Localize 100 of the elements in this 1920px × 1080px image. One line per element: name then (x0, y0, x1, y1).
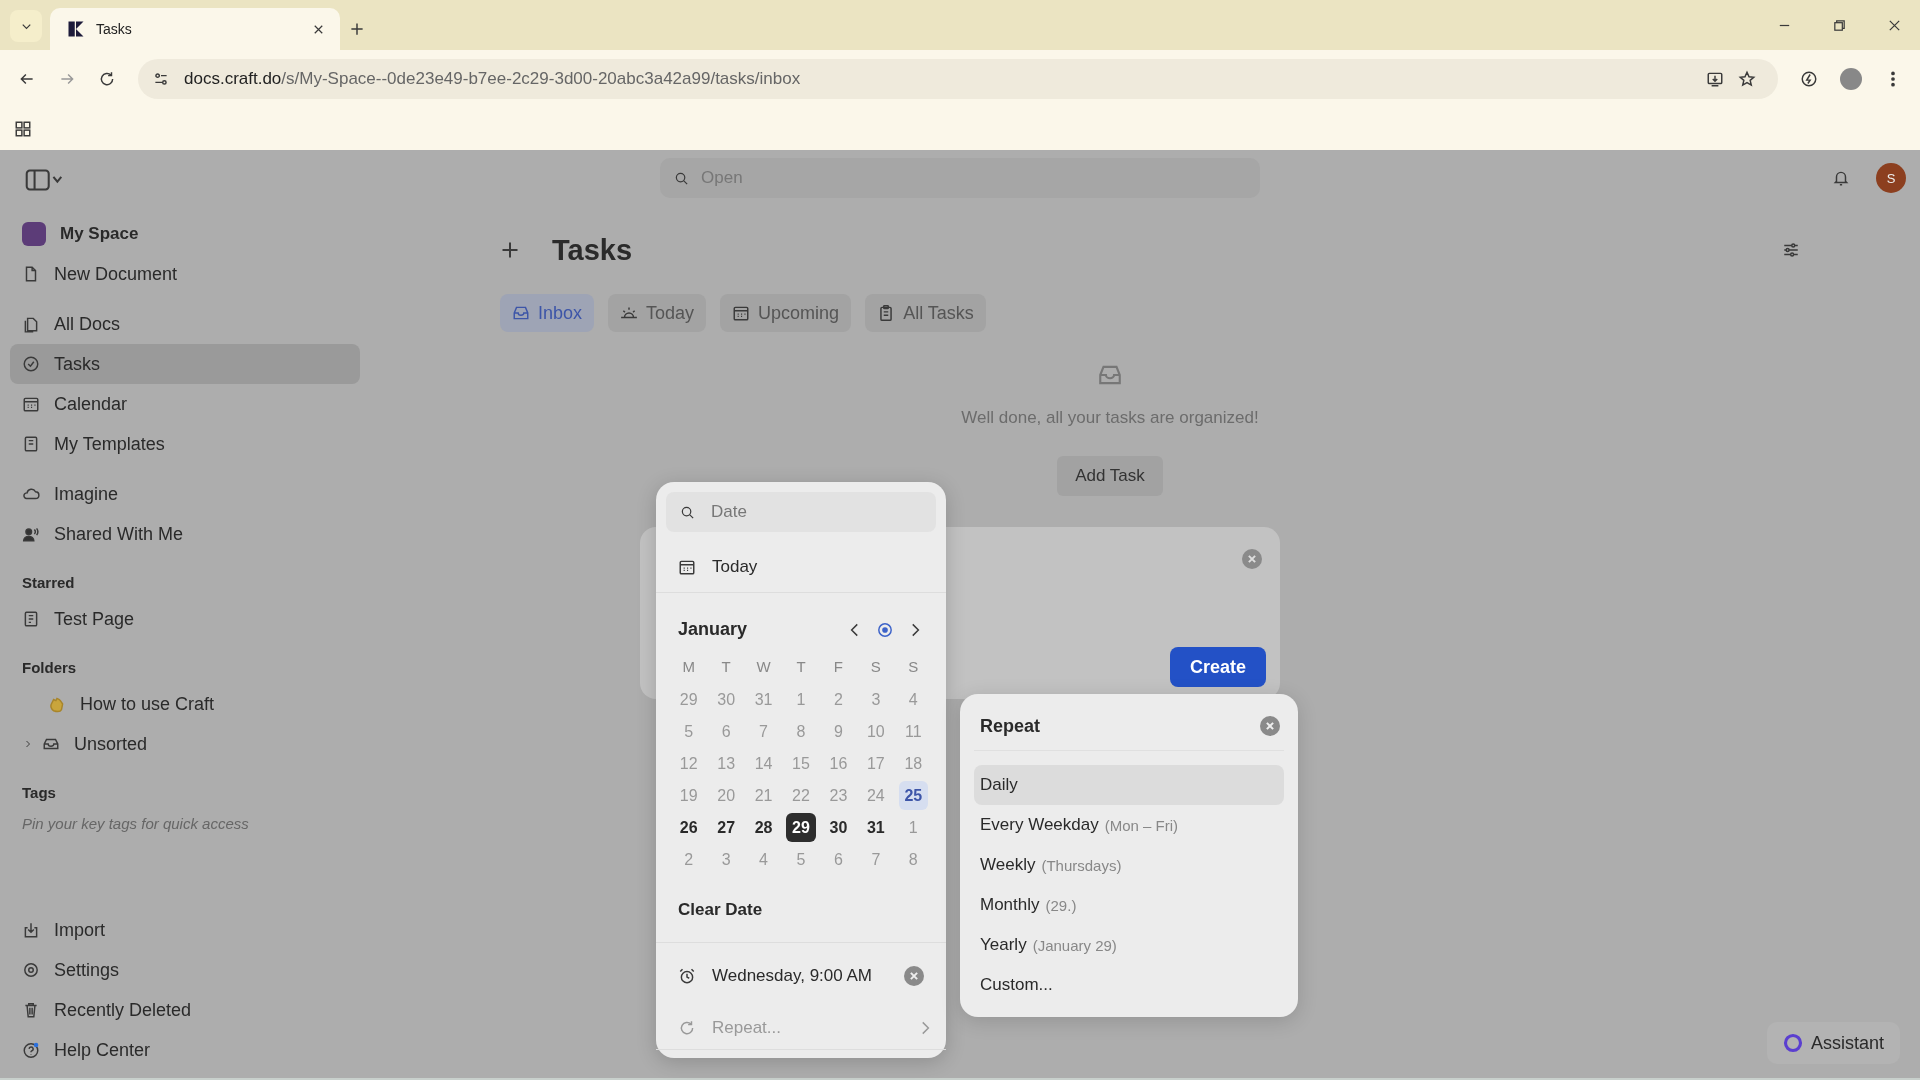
calendar-day[interactable]: 5 (786, 845, 816, 874)
filter-sliders-icon[interactable] (1782, 241, 1800, 259)
help-icon (22, 1041, 40, 1059)
sidebar-item[interactable]: Shared With Me (10, 514, 360, 554)
repeat-option[interactable]: Custom... (974, 965, 1284, 1005)
tab[interactable]: Upcoming (720, 294, 852, 332)
calendar-day[interactable]: 28 (748, 813, 779, 842)
calendar-day[interactable]: 31 (861, 813, 891, 842)
calendar-day[interactable]: 15 (786, 749, 816, 778)
calendar-day[interactable]: 29 (674, 685, 704, 714)
repeat-option[interactable]: Daily (974, 765, 1284, 805)
reminder-time[interactable]: Wednesday, 9:00 AM (712, 966, 888, 986)
calendar-day[interactable]: 11 (898, 717, 928, 746)
workspace-item[interactable]: My Space (10, 214, 360, 254)
bell-icon[interactable] (1832, 169, 1850, 187)
user-avatar[interactable]: S (1876, 163, 1906, 193)
calendar-day[interactable]: 30 (711, 685, 741, 714)
folder-item[interactable]: How to use Craft (10, 684, 360, 724)
calendar-day[interactable]: 14 (748, 749, 779, 778)
calendar-day[interactable]: 29 (786, 813, 816, 842)
calendar-day[interactable]: 2 (674, 845, 704, 874)
sidebar-item[interactable]: Import (10, 910, 360, 950)
calendar-day[interactable]: 26 (674, 813, 704, 842)
new-tab-icon[interactable] (348, 20, 366, 38)
import-icon (22, 921, 40, 939)
sidebar-item[interactable]: Test Page (10, 599, 360, 639)
folder-item[interactable]: Unsorted (10, 724, 360, 764)
calendar-day[interactable]: 19 (674, 781, 704, 810)
sidebar-item[interactable]: Settings (10, 950, 360, 990)
calendar-day[interactable]: 23 (823, 781, 854, 810)
calendar-day[interactable]: 31 (748, 685, 779, 714)
close-window-icon[interactable] (1887, 18, 1902, 33)
sidebar-item[interactable]: Recently Deleted (10, 990, 360, 1030)
calendar-day[interactable]: 25 (898, 781, 928, 810)
calendar-day[interactable]: 13 (711, 749, 741, 778)
calendar-day[interactable]: 30 (823, 813, 854, 842)
calendar-day[interactable]: 10 (861, 717, 891, 746)
calendar-day[interactable]: 18 (898, 749, 928, 778)
calendar-day[interactable]: 7 (748, 717, 779, 746)
tab[interactable]: All Tasks (865, 294, 986, 332)
calendar-day[interactable]: 16 (823, 749, 854, 778)
calendar-day[interactable]: 4 (898, 685, 928, 714)
calendar-day[interactable]: 6 (711, 717, 741, 746)
create-button[interactable]: Create (1169, 647, 1266, 687)
repeat-option[interactable]: Monthly (29.) (974, 885, 1284, 925)
calendar-day[interactable]: 3 (861, 685, 891, 714)
url-text: docs.craft.do/s/My-Space--0de23e49-b7ee-2c29-3d00-20abc3a42a99/tasks/inbox (184, 69, 801, 89)
sidebar-item[interactable]: Imagine (10, 474, 360, 514)
calendar-day[interactable]: 22 (786, 781, 816, 810)
sidebar-item[interactable]: Tasks (10, 344, 360, 384)
sidebar-item[interactable]: New Document (10, 254, 360, 294)
address-bar[interactable]: docs.craft.do/s/My-Space--0de23e49-b7ee-2c29-3d00-20abc3a42a99/tasks/inbox (138, 59, 1778, 99)
tab[interactable]: Inbox (500, 294, 595, 332)
calendar-day[interactable]: 17 (861, 749, 891, 778)
workspace-icon (22, 222, 46, 246)
month-label: January (678, 619, 748, 640)
repeat-option[interactable]: Every Weekday (Mon – Fri) (974, 805, 1284, 845)
repeat-option[interactable]: Weekly (Thursdays) (974, 845, 1284, 885)
tab[interactable]: Today (608, 294, 707, 332)
date-search-field[interactable]: Date (666, 492, 936, 532)
today-option[interactable]: Today (656, 542, 946, 593)
sidebar-item[interactable]: All Docs (10, 304, 360, 344)
calendar-day[interactable]: 24 (861, 781, 891, 810)
calendar-day[interactable]: 5 (674, 717, 704, 746)
repeat-option[interactable]: Repeat... (656, 1007, 946, 1050)
sidebar-item[interactable]: Help Center (10, 1030, 360, 1070)
repeat-option[interactable]: Yearly (January 29) (974, 925, 1284, 965)
current-month-icon[interactable] (876, 620, 894, 639)
calendar-day[interactable]: 12 (674, 749, 704, 778)
weekday-label: S (907, 657, 920, 677)
reload-icon[interactable] (98, 70, 116, 88)
add-task-button[interactable]: Add Task (1057, 456, 1163, 496)
calendar-day[interactable]: 8 (786, 717, 816, 746)
apps-grid-icon[interactable] (14, 120, 32, 138)
calendar-day[interactable]: 2 (823, 685, 854, 714)
calendar-day[interactable]: 21 (748, 781, 779, 810)
extension-icon[interactable] (1800, 70, 1818, 88)
restore-icon[interactable] (1832, 18, 1847, 33)
calendar-day[interactable]: 7 (861, 845, 891, 874)
calendar-day[interactable]: 9 (823, 717, 854, 746)
calendar-day[interactable]: 6 (823, 845, 854, 874)
sidebar-item[interactable]: My Templates (10, 424, 360, 464)
install-icon[interactable] (1706, 70, 1724, 88)
calendar-day[interactable]: 3 (711, 845, 741, 874)
assistant-button[interactable]: Assistant (1766, 1022, 1900, 1064)
calendar-day[interactable]: 8 (898, 845, 928, 874)
sidebar-item[interactable]: Calendar (10, 384, 360, 424)
add-icon[interactable] (500, 240, 520, 260)
star-icon[interactable] (1738, 70, 1756, 88)
browser-tab[interactable]: Tasks (50, 8, 340, 50)
calendar-day[interactable]: 20 (711, 781, 741, 810)
calendar-day[interactable]: 1 (898, 813, 928, 842)
ring-icon (1782, 1033, 1803, 1053)
calendar-day[interactable]: 27 (711, 813, 741, 842)
calendar-day[interactable]: 1 (786, 685, 816, 714)
calendar-day[interactable]: 4 (748, 845, 779, 874)
clear-icon[interactable] (904, 966, 924, 986)
site-settings-icon[interactable] (152, 70, 170, 88)
profile-avatar[interactable] (1840, 68, 1862, 90)
clear-date-button[interactable]: Clear Date (666, 874, 936, 942)
